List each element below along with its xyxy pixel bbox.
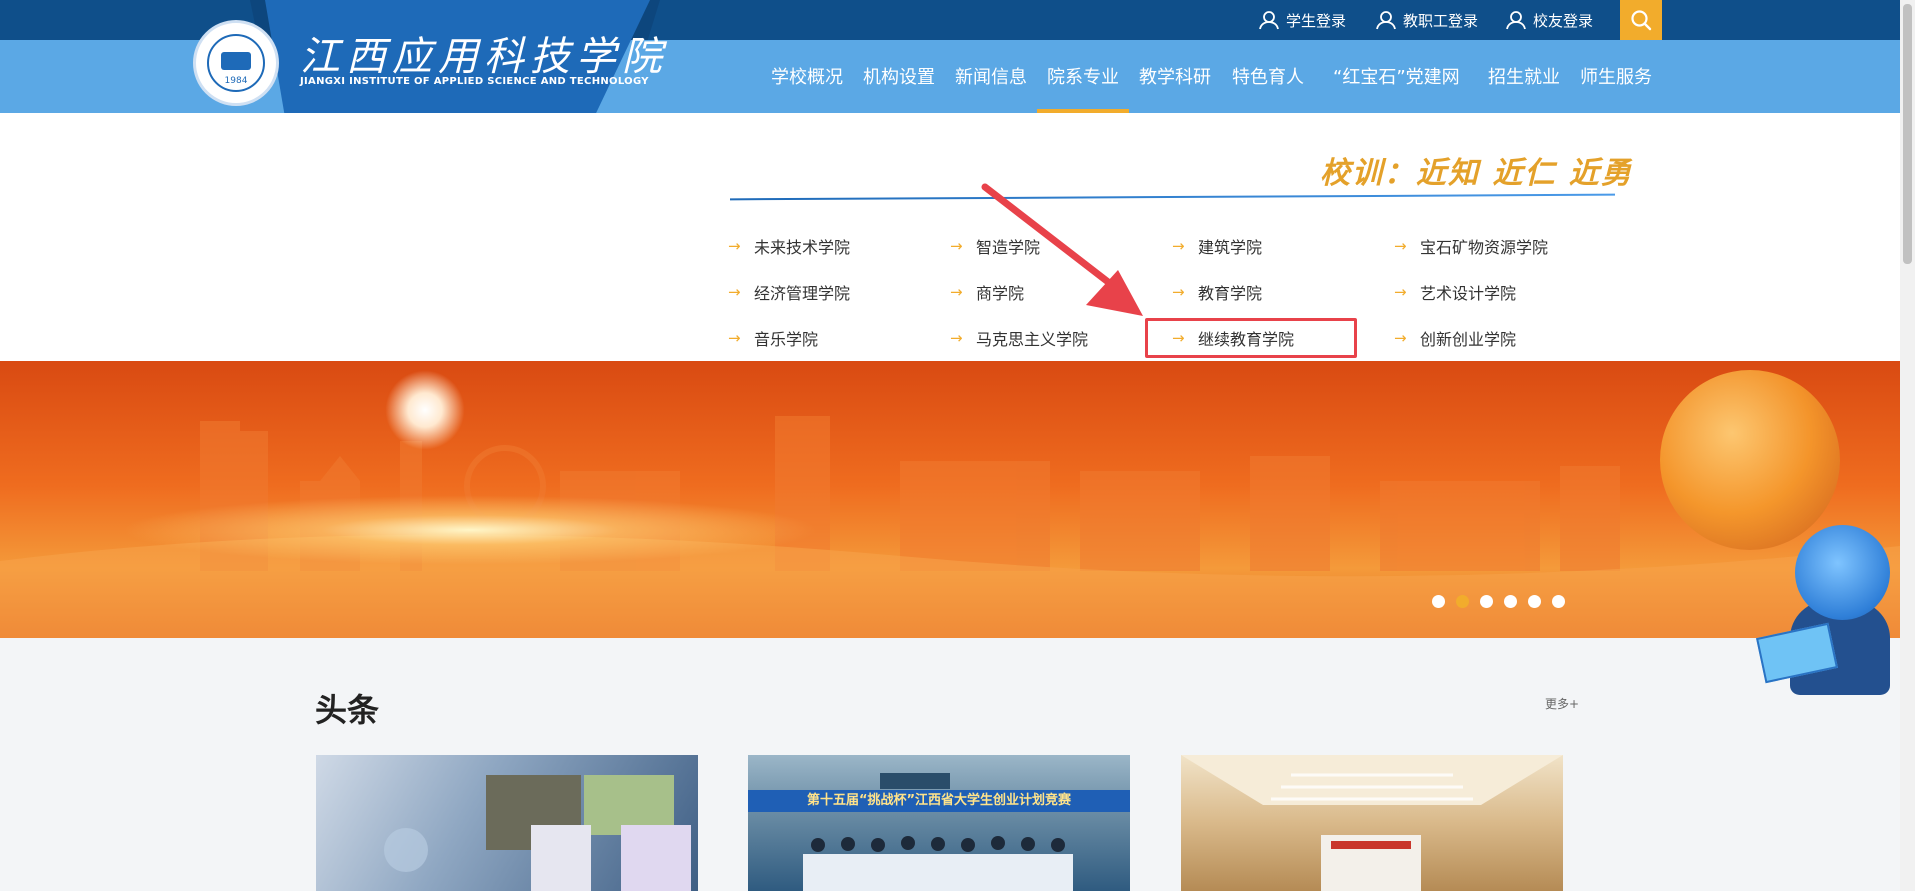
- card2-caption: 第十五届“挑战杯”江西省大学生创业计划竞赛: [806, 793, 1072, 808]
- section-title: 头条: [315, 691, 380, 729]
- card2-caption-banner: 第十五届“挑战杯”江西省大学生创业计划竞赛: [748, 790, 1130, 812]
- building-sign: [880, 773, 950, 789]
- scrollbar-thumb[interactable]: [1903, 4, 1912, 264]
- card3-image: [1181, 755, 1563, 891]
- more-link[interactable]: 更多+: [1545, 695, 1579, 712]
- card1-image: [384, 775, 691, 891]
- card2-people: [803, 836, 1073, 891]
- news-card-1[interactable]: [316, 755, 698, 891]
- news-card-3[interactable]: [1181, 755, 1563, 891]
